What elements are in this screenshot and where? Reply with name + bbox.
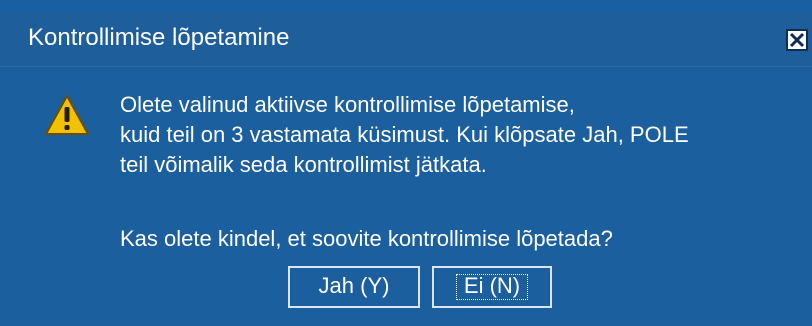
message-line-2: kuid teil on 3 vastamata küsimust. Kui k… <box>120 122 689 147</box>
dialog-title: Kontrollimise lõpetamine <box>28 24 290 51</box>
no-button[interactable]: Ei (N) <box>432 266 552 308</box>
confirmation-question: Kas olete kindel, et soovite kontrollimi… <box>120 226 613 251</box>
close-button[interactable] <box>786 29 808 51</box>
yes-button-label: Jah (Y) <box>318 273 390 298</box>
close-icon <box>789 32 805 48</box>
message-text: Olete valinud aktiivse kontrollimise lõp… <box>120 90 689 180</box>
dialog-window: Kontrollimise lõpetamine Olete valinud a… <box>0 0 812 326</box>
title-bar[interactable]: Kontrollimise lõpetamine <box>0 12 812 67</box>
no-button-label: Ei (N) <box>463 273 521 298</box>
warning-icon <box>45 95 89 135</box>
message-line-3: teil võimalik seda kontrollimist jätkata… <box>120 152 487 177</box>
message-line-1: Olete valinud aktiivse kontrollimise lõp… <box>120 92 575 117</box>
yes-button[interactable]: Jah (Y) <box>288 266 420 308</box>
